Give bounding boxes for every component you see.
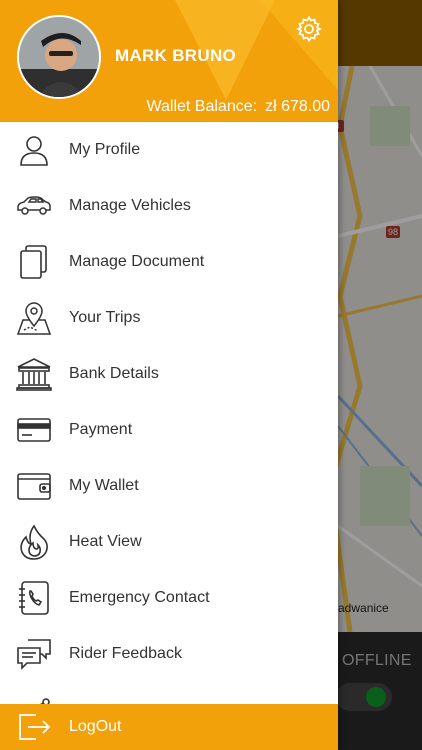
drawer-header: MARK BRUNO Wallet Balance: zł 678.00 — [0, 0, 338, 122]
user-icon — [16, 132, 52, 168]
bank-icon — [16, 356, 52, 392]
menu-item-label: Bank Details — [69, 365, 159, 382]
menu-item-label: My Profile — [69, 141, 141, 158]
menu-item-your-trips[interactable]: Your Trips — [0, 290, 338, 346]
menu-item-my-wallet[interactable]: My Wallet — [0, 458, 338, 514]
logout-label: LogOut — [69, 718, 122, 735]
menu-item-emergency-contact[interactable]: Emergency Contact — [0, 570, 338, 626]
settings-gear-icon[interactable] — [295, 15, 323, 43]
menu-item-label: Rider Feedback — [69, 645, 182, 662]
map-pin-icon — [16, 300, 52, 336]
menu-item-label: My Wallet — [69, 477, 139, 494]
drawer-menu: My Profile Manage Vehicles Manage Docume… — [0, 122, 338, 704]
menu-item-rider-feedback[interactable]: Rider Feedback — [0, 626, 338, 682]
fire-icon — [16, 524, 52, 560]
phone-book-icon — [16, 580, 52, 616]
menu-item-bank-details[interactable]: Bank Details — [0, 346, 338, 402]
documents-icon — [16, 244, 52, 280]
menu-item-manage-vehicles[interactable]: Manage Vehicles — [0, 178, 338, 234]
menu-item-label: Manage Vehicles — [69, 197, 191, 214]
menu-item-heat-view[interactable]: Heat View — [0, 514, 338, 570]
credit-card-icon — [16, 412, 52, 448]
car-icon — [16, 188, 52, 224]
logout-button[interactable]: LogOut — [0, 704, 338, 750]
share-icon — [16, 692, 52, 704]
user-name: MARK BRUNO — [115, 46, 237, 65]
menu-item-manage-document[interactable]: Manage Document — [0, 234, 338, 290]
wallet-balance-amount: zł 678.00 — [265, 98, 330, 115]
menu-item-my-profile[interactable]: My Profile — [0, 122, 338, 178]
menu-item-more[interactable] — [0, 682, 338, 704]
chat-icon — [16, 636, 52, 672]
avatar[interactable] — [17, 15, 101, 99]
wallet-balance: Wallet Balance: zł 678.00 — [146, 98, 330, 116]
logout-icon — [16, 711, 52, 743]
wallet-icon — [16, 468, 52, 504]
menu-item-label: Manage Document — [69, 253, 205, 270]
menu-item-label: Payment — [69, 421, 133, 438]
navigation-drawer: MARK BRUNO Wallet Balance: zł 678.00 My P… — [0, 0, 338, 750]
menu-item-label: Your Trips — [69, 309, 141, 326]
menu-item-payment[interactable]: Payment — [0, 402, 338, 458]
wallet-balance-label: Wallet Balance: — [146, 98, 258, 115]
menu-item-label: Heat View — [69, 533, 142, 550]
menu-item-label: Emergency Contact — [69, 589, 210, 606]
